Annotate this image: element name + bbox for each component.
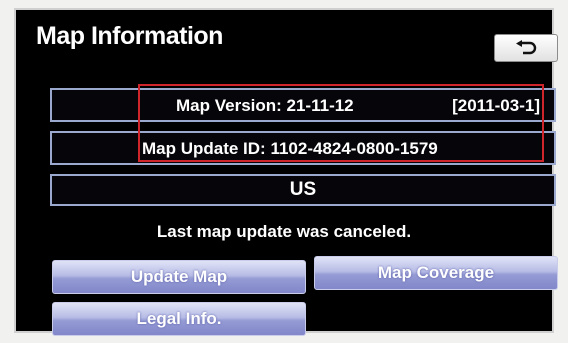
- map-version-date: [2011-03-1]: [452, 96, 540, 115]
- region-row: US: [50, 174, 556, 206]
- map-version-text: Map Version: 21-11-12: [176, 96, 354, 115]
- legal-info-button[interactable]: Legal Info.: [52, 302, 306, 336]
- return-arrow-icon: [513, 40, 539, 56]
- back-button[interactable]: [494, 34, 558, 62]
- map-info-screen: Map Information Map Version: 21-11-12 [2…: [14, 8, 558, 336]
- status-message: Last map update was canceled.: [156, 222, 412, 241]
- map-update-id-text: Map Update ID: 1102-4824-0800-1579: [142, 139, 438, 158]
- map-update-id-row: Map Update ID: 1102-4824-0800-1579: [50, 131, 556, 165]
- map-version-row: Map Version: 21-11-12 [2011-03-1]: [50, 88, 556, 122]
- region-text: US: [289, 179, 317, 200]
- page-title: Map Information: [36, 22, 223, 50]
- map-coverage-button[interactable]: Map Coverage: [314, 256, 558, 290]
- update-map-button[interactable]: Update Map: [52, 260, 306, 294]
